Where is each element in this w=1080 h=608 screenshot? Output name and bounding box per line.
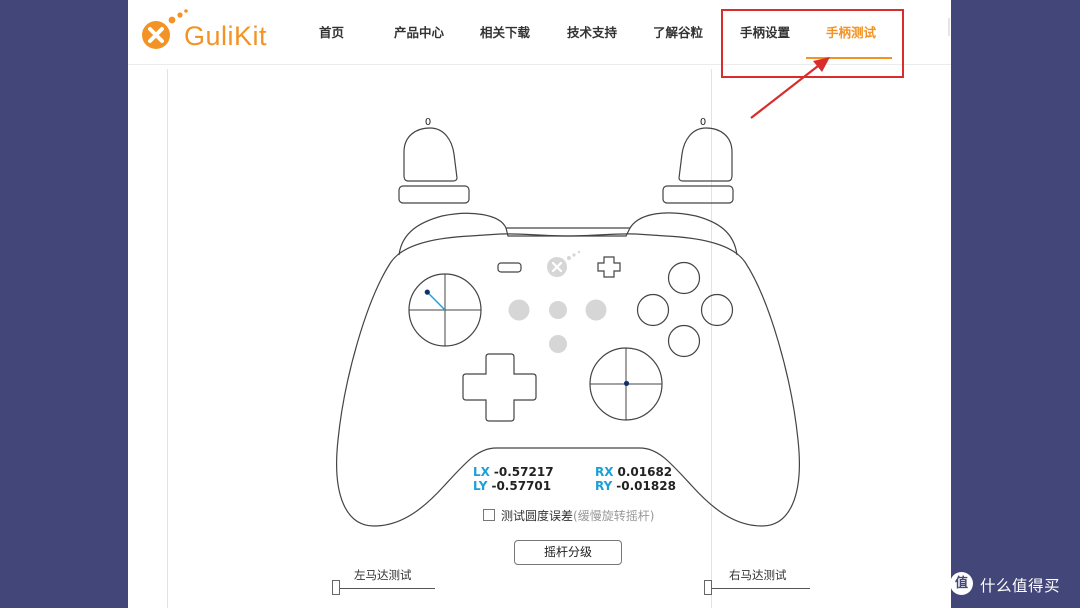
home-button-plus[interactable]	[597, 256, 621, 278]
left-bumper[interactable]	[398, 185, 470, 204]
ry-readout: RY -0.01828	[595, 479, 676, 493]
face-button-y[interactable]	[667, 261, 701, 295]
circularity-test-toggle[interactable]: 测试圆度误差(缓慢旋转摇杆)	[483, 507, 654, 524]
screenshot-button[interactable]	[549, 335, 567, 353]
rx-label: RX	[595, 465, 614, 479]
left-trigger-value: 0	[425, 117, 431, 128]
face-button-a[interactable]	[667, 324, 701, 358]
right-trigger-value: 0	[700, 117, 706, 128]
stick-grade-button[interactable]: 摇杆分级	[514, 540, 622, 565]
ly-readout: LY -0.57701	[473, 479, 551, 493]
left-stick-position-dot	[424, 289, 430, 295]
rx-value: 0.01682	[617, 465, 673, 479]
ry-label: RY	[595, 479, 613, 493]
face-button-b[interactable]	[700, 293, 734, 327]
right-bumper[interactable]	[662, 185, 734, 204]
lx-label: LX	[473, 465, 490, 479]
controller-logo-icon	[547, 250, 581, 277]
left-trigger[interactable]	[403, 127, 458, 182]
annotation-highlight-box	[721, 9, 904, 78]
left-motor-test: 左马达测试	[330, 567, 440, 597]
right-motor-label: 右马达测试	[729, 568, 787, 582]
right-stick-position-dot	[623, 380, 630, 387]
right-motor-test: 右马达测试	[702, 567, 812, 597]
controller-shoulders	[398, 212, 738, 256]
left-stick-direction-line	[426, 291, 446, 311]
face-button-x[interactable]	[636, 293, 670, 327]
stick-axis-readout: LX -0.57217 LY -0.57701 RX 0.01682 RY -0.018…	[473, 465, 683, 495]
watermark-logo-icon: 值	[950, 572, 973, 595]
right-motor-track[interactable]	[708, 588, 810, 589]
share-button[interactable]	[508, 299, 530, 321]
left-motor-slider[interactable]	[332, 580, 340, 595]
circularity-label: 测试圆度误差	[501, 509, 574, 523]
right-trigger[interactable]	[678, 127, 733, 182]
rx-readout: RX 0.01682	[595, 465, 672, 479]
ry-value: -0.01828	[616, 479, 676, 493]
center-button[interactable]	[549, 301, 567, 319]
right-motor-slider[interactable]	[704, 580, 712, 595]
smzdm-watermark: 值 什么值得买	[950, 569, 1075, 601]
circularity-hint: (缓慢旋转摇杆)	[573, 509, 655, 523]
capture-button[interactable]	[585, 299, 607, 321]
left-motor-track[interactable]	[336, 588, 435, 589]
left-motor-label: 左马达测试	[354, 568, 412, 582]
circularity-checkbox[interactable]	[483, 509, 495, 521]
lx-value: -0.57217	[493, 465, 554, 479]
ly-value: -0.57701	[491, 479, 552, 493]
dpad[interactable]	[462, 353, 537, 422]
watermark-text: 什么值得买	[980, 577, 1061, 595]
lx-readout: LX -0.57217	[473, 465, 554, 479]
minus-button[interactable]	[497, 262, 522, 273]
ly-label: LY	[473, 479, 488, 493]
